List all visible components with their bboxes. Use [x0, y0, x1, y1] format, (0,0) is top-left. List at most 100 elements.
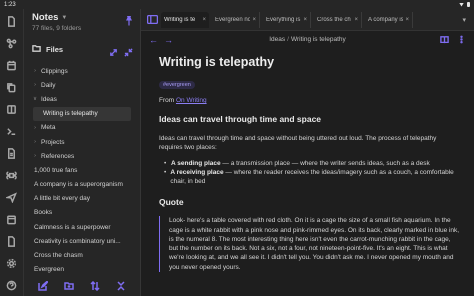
tree-file[interactable]: Creativity is combinatory uni...: [24, 234, 140, 248]
close-icon[interactable]: ×: [405, 17, 409, 23]
tree-item-label: Evergreen: [34, 266, 64, 274]
tree-file[interactable]: Evergreen: [24, 263, 140, 277]
tree-folder[interactable]: › References: [24, 149, 140, 163]
close-icon[interactable]: ×: [303, 17, 307, 23]
tree-item-label: Cross the chasm: [34, 252, 83, 260]
tab-1[interactable]: Evergreen no ×: [212, 11, 260, 28]
copy-icon[interactable]: [3, 79, 21, 96]
new-note-icon[interactable]: [38, 278, 49, 296]
close-icon[interactable]: ×: [354, 17, 358, 23]
sidebar-toggle-icon[interactable]: [146, 11, 159, 29]
breadcrumb-file[interactable]: Writing is telepathy: [291, 36, 346, 43]
tree-item-label: Meta: [41, 124, 56, 132]
tree-folder[interactable]: › Meta: [24, 121, 140, 135]
tree-item-label: References: [41, 152, 75, 160]
close-icon[interactable]: ×: [202, 17, 206, 23]
document-icon[interactable]: [3, 233, 21, 250]
tab-label: Writing is te: [164, 16, 196, 23]
tab-2[interactable]: Everything is ×: [263, 11, 311, 28]
tab-list-chevron-icon[interactable]: ▾: [462, 16, 466, 24]
tree-item-label: A little bit every day: [34, 195, 90, 203]
graph-icon[interactable]: [3, 35, 21, 52]
battery-icon: [467, 2, 470, 7]
new-folder-icon[interactable]: [64, 278, 74, 296]
blockquote: Look- here's a table covered with red cl…: [159, 216, 461, 272]
status-time: 1:23: [4, 1, 16, 8]
calendar-icon[interactable]: [3, 211, 21, 228]
command-icon[interactable]: [3, 167, 21, 184]
tree-file-active[interactable]: Writing is telepathy: [33, 106, 131, 121]
source-prefix: From: [159, 97, 175, 104]
tree-file[interactable]: Books: [24, 206, 140, 220]
status-bar: 1:23: [0, 0, 474, 9]
pin-icon[interactable]: [124, 13, 134, 26]
close-icon[interactable]: ×: [252, 17, 256, 23]
chevron-down-icon: ∨: [32, 96, 38, 103]
tab-bar: Writing is te × Evergreen no × Everything is…: [141, 9, 474, 31]
tree-file[interactable]: A little bit every day: [24, 192, 140, 206]
tree-folder[interactable]: › Projects: [24, 135, 140, 149]
sort-icon[interactable]: [90, 278, 100, 296]
chevron-right-icon: ›: [34, 139, 36, 146]
tree-file[interactable]: Calmness is a superpower: [24, 220, 140, 234]
system-icons: [459, 2, 470, 7]
editor-area: Writing is te × Evergreen no × Everything is…: [141, 9, 474, 296]
note-title: Writing is telepathy: [159, 55, 275, 69]
chevron-right-icon: ›: [34, 153, 36, 160]
files-panel-header: Files: [24, 41, 140, 57]
source-link[interactable]: On Writing: [176, 97, 207, 104]
tree-item-label: Clippings: [41, 67, 68, 75]
chevron-right-icon: ›: [34, 82, 36, 89]
chevron-right-icon: ›: [34, 124, 36, 131]
tree-folder[interactable]: › Daily: [24, 78, 140, 92]
tag-pill[interactable]: #evergreen: [159, 81, 195, 89]
swap-icon[interactable]: [109, 44, 119, 56]
help-icon[interactable]: [3, 277, 21, 294]
file-tree: › Clippings › Daily ∨ Ideas Writing is telepat…: [24, 64, 140, 277]
tab-3[interactable]: Cross the ch ×: [314, 11, 362, 28]
tab-label: A company is: [368, 16, 404, 23]
tab-label: Everything is: [266, 16, 301, 23]
tree-item-label: 1,000 true fans: [34, 166, 78, 174]
quote-heading: Quote: [159, 197, 184, 208]
note-content[interactable]: Writing is telepathy #evergreen From On …: [141, 48, 461, 272]
more-options-icon[interactable]: [457, 31, 466, 49]
bullet-text: — a transmission place — where the write…: [220, 159, 430, 167]
document-icon[interactable]: [3, 145, 21, 162]
tree-file[interactable]: A company is a superorganism: [24, 178, 140, 192]
tree-file[interactable]: Cross the chasm: [24, 248, 140, 262]
columns-icon[interactable]: [3, 101, 21, 118]
reading-view-icon[interactable]: [440, 31, 449, 49]
tree-item-label: Books: [34, 209, 53, 217]
bullet-bold: A sending place: [171, 159, 221, 167]
wifi-icon: [459, 2, 464, 7]
list-item: • A sending place — a transmission place…: [164, 159, 461, 168]
tree-file[interactable]: 1,000 true fans: [24, 163, 140, 177]
section-heading: Ideas can travel through time and space: [159, 114, 322, 124]
tree-folder[interactable]: › Clippings: [24, 64, 140, 78]
breadcrumb-folder[interactable]: Ideas: [269, 36, 285, 43]
calendar-icon[interactable]: [3, 57, 21, 74]
tab-0[interactable]: Writing is te ×: [161, 11, 209, 28]
send-icon[interactable]: [3, 189, 21, 206]
collapse-icon[interactable]: [124, 44, 134, 57]
tab-label: Evergreen no: [215, 16, 251, 23]
vault-header[interactable]: Notes ▼ 77 files, 9 folders: [24, 9, 140, 33]
tab-label: Cross the ch: [317, 16, 351, 23]
bullet-icon: •: [164, 159, 167, 167]
collapse-all-icon[interactable]: [116, 278, 126, 296]
tabs: Writing is te × Evergreen no × Everything is…: [158, 11, 413, 28]
chevron-down-icon: ▼: [61, 14, 68, 21]
tab-4[interactable]: A company is ×: [365, 11, 413, 28]
file-icon[interactable]: [3, 13, 21, 30]
chevron-right-icon: ›: [34, 68, 36, 75]
tree-item-label: Ideas: [41, 95, 57, 103]
tree-item-label: Writing is telepathy: [43, 110, 98, 118]
bullet-bold: A receiving place: [170, 168, 224, 176]
folder-icon: [32, 40, 41, 58]
tree-folder[interactable]: ∨ Ideas: [24, 92, 140, 106]
files-label: Files: [46, 44, 64, 54]
settings-icon[interactable]: [3, 255, 21, 272]
terminal-icon[interactable]: [3, 123, 21, 140]
tree-item-label: A company is a superorganism: [34, 181, 123, 189]
